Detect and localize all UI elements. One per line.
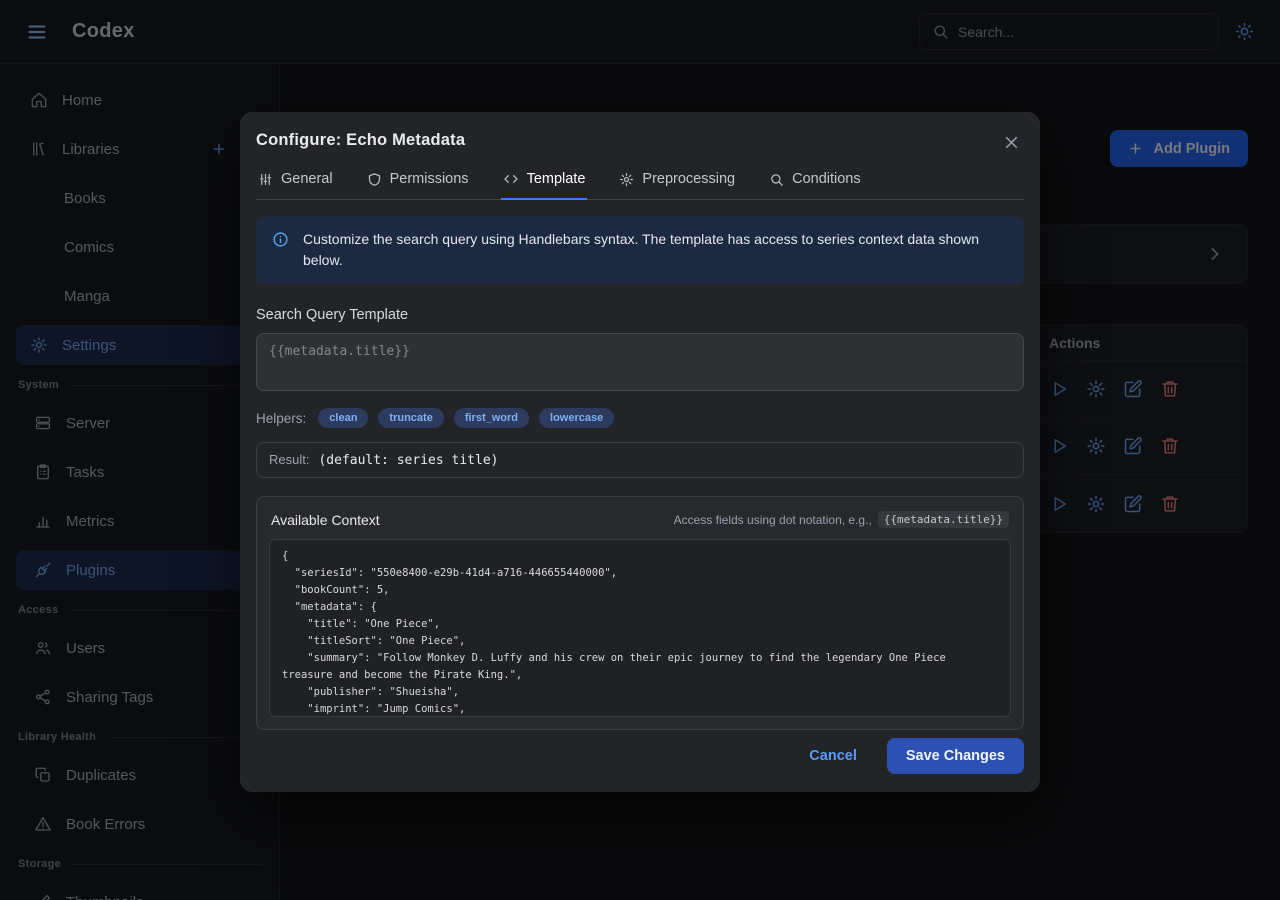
close-icon[interactable]	[1000, 131, 1023, 154]
modal-footer: Cancel Save Changes	[809, 738, 1024, 774]
sliders-icon	[258, 172, 273, 187]
helper-badge-lowercase[interactable]: lowercase	[539, 408, 614, 428]
tab-general[interactable]: General	[256, 169, 335, 200]
modal-tabs: General Permissions Template Preprocessi…	[256, 169, 1024, 200]
tab-preprocessing[interactable]: Preprocessing	[617, 169, 737, 200]
shield-icon	[367, 172, 382, 187]
info-banner-text: Customize the search query using Handleb…	[303, 229, 1008, 271]
info-banner: Customize the search query using Handleb…	[256, 216, 1024, 284]
helpers-label: Helpers:	[256, 411, 306, 426]
configure-plugin-modal: Configure: Echo Metadata General Permiss…	[240, 112, 1040, 792]
helper-badge-truncate[interactable]: truncate	[378, 408, 443, 428]
info-icon	[272, 231, 289, 271]
result-label: Result:	[269, 452, 309, 467]
tab-template[interactable]: Template	[501, 169, 588, 200]
hint-code-chip: {{metadata.title}}	[878, 511, 1009, 528]
dot-notation-hint: Access fields using dot notation, e.g., …	[674, 511, 1009, 528]
context-json-block: { "seriesId": "550e8400-e29b-41d4-a716-4…	[269, 539, 1011, 717]
tab-permissions[interactable]: Permissions	[365, 169, 471, 200]
available-context-title: Available Context	[271, 512, 380, 528]
result-preview: Result: (default: series title)	[256, 442, 1024, 478]
helper-badge-clean[interactable]: clean	[318, 408, 368, 428]
modal-header: Configure: Echo Metadata	[240, 112, 1040, 163]
available-context-panel: Available Context Access fields using do…	[256, 496, 1024, 730]
gear-icon	[619, 172, 634, 187]
helpers-row: Helpers: clean truncate first_word lower…	[256, 408, 1024, 428]
modal-body: Customize the search query using Handleb…	[240, 200, 1040, 792]
tab-conditions[interactable]: Conditions	[767, 169, 863, 200]
result-value: (default: series title)	[318, 453, 498, 468]
cancel-button[interactable]: Cancel	[809, 748, 857, 764]
code-icon	[503, 171, 519, 187]
modal-title: Configure: Echo Metadata	[256, 131, 465, 149]
query-template-input[interactable]	[256, 333, 1024, 391]
query-template-label: Search Query Template	[256, 307, 1024, 323]
helper-badge-first-word[interactable]: first_word	[454, 408, 529, 428]
context-json-text: { "seriesId": "550e8400-e29b-41d4-a716-4…	[282, 548, 998, 717]
save-changes-button[interactable]: Save Changes	[887, 738, 1024, 774]
search-icon	[769, 172, 784, 187]
